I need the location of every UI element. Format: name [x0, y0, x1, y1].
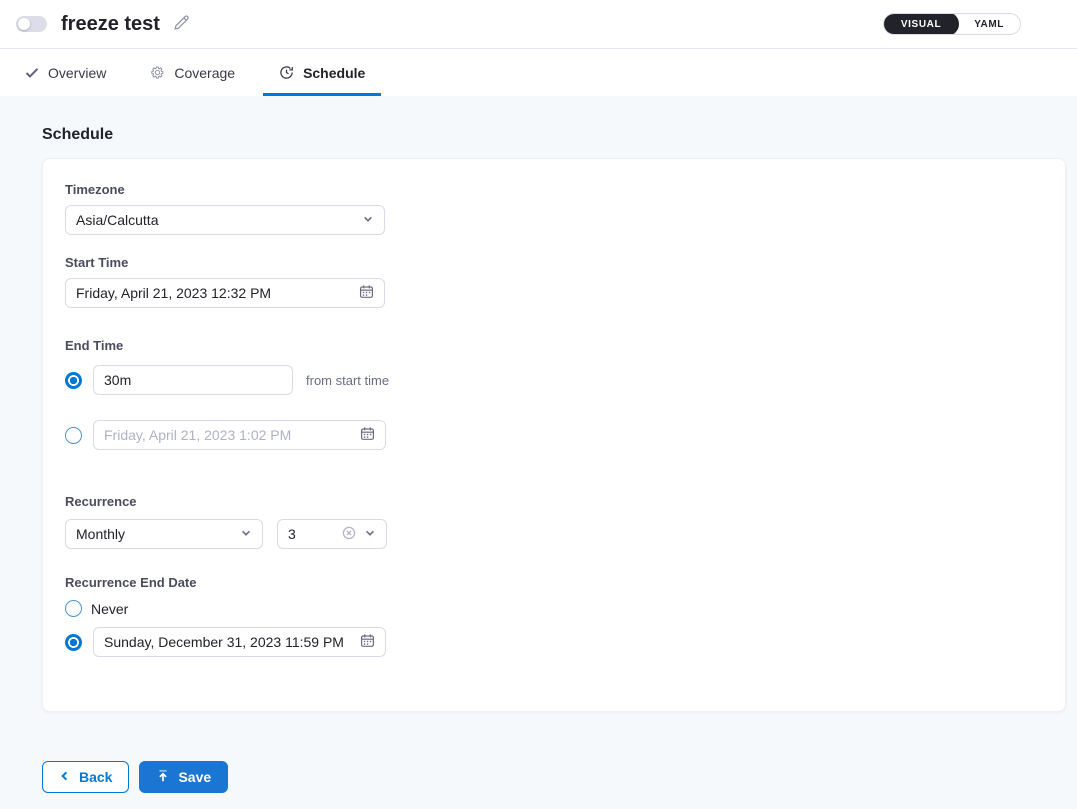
- check-icon: [25, 67, 39, 79]
- from-start-time-hint: from start time: [306, 373, 389, 388]
- recurrence-type-value: Monthly: [76, 526, 125, 542]
- recurrence-end-date-field: [93, 627, 386, 657]
- schedule-clock-icon: [279, 65, 294, 80]
- end-time-date-row: [65, 420, 1043, 450]
- section-heading: Schedule: [42, 96, 1066, 144]
- chevron-left-icon: [59, 769, 71, 785]
- save-button-label: Save: [178, 769, 211, 785]
- end-time-date-field: [93, 420, 386, 450]
- tab-schedule[interactable]: Schedule: [263, 49, 381, 96]
- recurrence-end-date-input[interactable]: [104, 634, 360, 650]
- calendar-icon[interactable]: [360, 426, 375, 444]
- edit-title-button[interactable]: [172, 14, 190, 35]
- circle-x-icon[interactable]: [342, 526, 356, 543]
- tab-label: Coverage: [174, 65, 235, 81]
- recurrence-end-date-row: [65, 627, 1043, 657]
- end-time-duration-row: from start time: [65, 365, 1043, 395]
- calendar-icon[interactable]: [360, 633, 375, 651]
- upload-arrow-icon: [156, 769, 170, 786]
- tab-coverage[interactable]: Coverage: [134, 49, 251, 96]
- never-label: Never: [91, 601, 128, 617]
- recurrence-count-select[interactable]: 3: [277, 519, 387, 549]
- recurrence-row: Monthly 3: [65, 519, 1043, 549]
- start-time-input[interactable]: [76, 285, 359, 301]
- end-time-date-input[interactable]: [104, 427, 360, 443]
- recurrence-label: Recurrence: [65, 494, 1043, 509]
- end-time-date-radio[interactable]: [65, 427, 82, 444]
- timezone-select[interactable]: Asia/Calcutta: [65, 205, 385, 235]
- end-time-label: End Time: [65, 338, 1043, 353]
- schedule-panel: Schedule Timezone Asia/Calcutta Start Ti…: [0, 96, 1077, 808]
- chevron-down-icon: [364, 526, 376, 542]
- tab-label: Schedule: [303, 65, 365, 81]
- end-time-duration-field: [93, 365, 293, 395]
- page-title: freeze test: [61, 13, 160, 36]
- pencil-icon: [172, 14, 190, 35]
- visual-yaml-toggle: VISUAL YAML: [883, 13, 1021, 35]
- chevron-down-icon: [362, 212, 374, 228]
- schedule-card: Timezone Asia/Calcutta Start Time End Ti…: [42, 158, 1066, 712]
- start-time-field: [65, 278, 385, 308]
- end-time-duration-input[interactable]: [104, 372, 282, 388]
- yaml-toggle-button[interactable]: YAML: [958, 13, 1020, 35]
- recurrence-never-radio[interactable]: [65, 600, 82, 617]
- gear-icon: [150, 65, 165, 80]
- studio-tabbar: Overview Coverage Schedule: [0, 49, 1077, 96]
- calendar-icon[interactable]: [359, 284, 374, 302]
- recurrence-count-value: 3: [288, 526, 296, 542]
- recurrence-never-row: Never: [65, 600, 1043, 617]
- back-button-label: Back: [79, 769, 112, 785]
- start-time-label: Start Time: [65, 255, 1043, 270]
- tab-overview[interactable]: Overview: [9, 49, 122, 96]
- timezone-label: Timezone: [65, 182, 1043, 197]
- toggle-knob: [18, 18, 30, 30]
- recurrence-type-select[interactable]: Monthly: [65, 519, 263, 549]
- freeze-enabled-toggle[interactable]: [16, 16, 47, 32]
- tab-label: Overview: [48, 65, 106, 81]
- save-button[interactable]: Save: [139, 761, 228, 793]
- timezone-value: Asia/Calcutta: [76, 212, 158, 228]
- visual-toggle-button[interactable]: VISUAL: [883, 13, 959, 35]
- recurrence-end-date-radio[interactable]: [65, 634, 82, 651]
- back-button[interactable]: Back: [42, 761, 129, 793]
- end-time-duration-radio[interactable]: [65, 372, 82, 389]
- recurrence-end-date-label: Recurrence End Date: [65, 575, 1043, 590]
- page-header: freeze test VISUAL YAML: [0, 0, 1077, 49]
- chevron-down-icon: [240, 526, 252, 542]
- footer-actions: Back Save: [42, 761, 1066, 793]
